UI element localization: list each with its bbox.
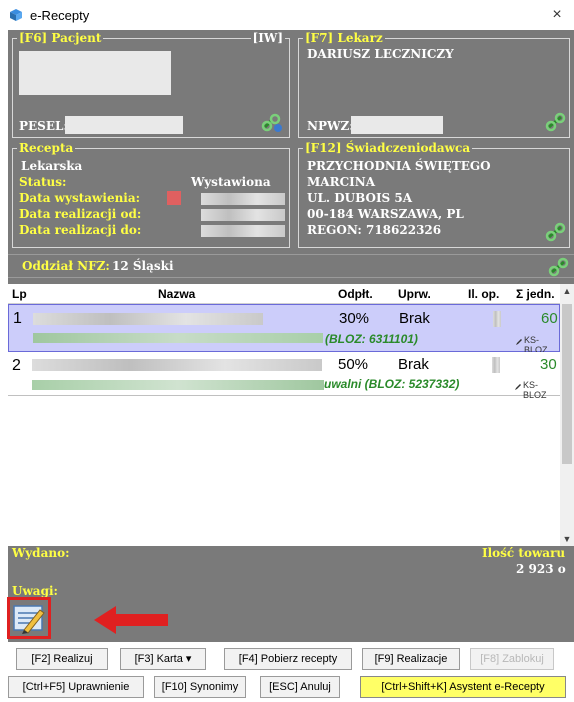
col-units[interactable]: Σ jedn. xyxy=(516,287,555,301)
drug-name-redacted xyxy=(32,359,322,371)
row-entitlement: Brak xyxy=(398,356,429,373)
link-chain-icon[interactable] xyxy=(548,256,570,278)
quantity-label: Ilość towaru xyxy=(482,546,566,560)
app-icon xyxy=(10,9,22,21)
row-lp: 1 xyxy=(13,310,22,327)
drugs-table[interactable]: Lp Nazwa Odpłt. Uprw. Il. op. Σ jedn. 1 … xyxy=(8,284,574,546)
issue-date-redacted xyxy=(201,193,285,205)
row-lp: 2 xyxy=(12,357,21,374)
scroll-up-icon[interactable]: ▲ xyxy=(560,284,574,298)
prescription-type: Lekarska xyxy=(21,159,83,173)
patient-legend: [F6] Pacjent xyxy=(17,31,104,45)
row-units: 30 xyxy=(540,356,557,373)
realization-to-redacted xyxy=(201,225,285,237)
col-payment[interactable]: Odpłt. xyxy=(338,287,373,301)
synonyms-button[interactable]: [F10] Synonimy xyxy=(154,676,246,698)
scroll-thumb[interactable] xyxy=(562,304,572,464)
quantity-value: 2 923 o xyxy=(516,562,566,576)
row-units: 60 xyxy=(541,310,558,327)
row-ks: KS-BLOZ xyxy=(523,380,547,400)
realization-from-redacted xyxy=(201,209,285,221)
link-chain-icon[interactable] xyxy=(545,111,567,133)
realization-from-label: Data realizacji od: xyxy=(19,207,142,221)
window-title: e-Recepty xyxy=(30,8,90,23)
close-button[interactable]: × xyxy=(546,4,568,26)
patient-panel[interactable]: [F6] Pacjent [IW] PESEL: xyxy=(12,31,290,138)
pencil-icon xyxy=(515,335,523,349)
col-entitlement[interactable]: Uprw. xyxy=(398,287,431,301)
provider-legend: [F12] Świadczeniodawca xyxy=(303,141,473,155)
realize-button[interactable]: [F2] Realizuj xyxy=(16,648,108,670)
status-label: Status: xyxy=(19,175,67,189)
warning-mark xyxy=(167,191,181,205)
realizations-button[interactable]: [F9] Realizacje xyxy=(362,648,460,670)
card-dropdown-button[interactable]: [F3] Karta ▾ xyxy=(120,648,206,670)
row-entitlement: Brak xyxy=(399,310,430,327)
nfz-strip: Oddział NFZ: 12 Śląski xyxy=(8,254,574,278)
red-arrow xyxy=(94,606,168,634)
notes-edit-icon[interactable] xyxy=(10,600,48,636)
notes-label: Uwagi: xyxy=(12,584,58,598)
table-scrollbar[interactable]: ▲ ▼ xyxy=(560,284,574,546)
provider-line-5: REGON: 718622326 xyxy=(307,223,442,237)
provider-panel[interactable]: [F12] Świadczeniodawca PRZYCHODNIA ŚWIĘT… xyxy=(298,141,570,248)
doctor-panel[interactable]: [F7] Lekarz DARIUSZ LECZNICZY NPWZ: xyxy=(298,31,570,138)
nfz-label: Oddział NFZ: xyxy=(22,259,110,273)
col-lp[interactable]: Lp xyxy=(12,287,27,301)
pesel-label: PESEL: xyxy=(19,119,68,133)
scroll-down-icon[interactable]: ▼ xyxy=(560,532,574,546)
link-chain-icon[interactable] xyxy=(545,221,567,243)
issue-date-label: Data wystawienia: xyxy=(19,191,141,205)
button-row-1: [F2] Realizuj [F3] Karta ▾ [F4] Pobierz … xyxy=(8,648,574,674)
notes-highlight-box xyxy=(7,597,51,639)
provider-line-3: UL. DUBOIS 5A xyxy=(307,191,413,205)
button-row-2: [Ctrl+F5] Uprawnienie [F10] Synonimy [ES… xyxy=(8,676,574,702)
doctor-legend: [F7] Lekarz xyxy=(303,31,385,45)
drug-detail-redacted xyxy=(33,333,323,343)
row-packages-redacted xyxy=(492,357,500,373)
title-bar: e-Recepty × xyxy=(0,0,574,30)
patient-iw-tag: [IW] xyxy=(250,31,285,45)
issued-label: Wydano: xyxy=(12,546,70,560)
prescription-panel: Recepta Lekarska Status: Wystawiona Data… xyxy=(12,141,290,248)
provider-line-2: MARCINA xyxy=(307,175,376,189)
entitlement-button[interactable]: [Ctrl+F5] Uprawnienie xyxy=(8,676,144,698)
row-bloz: uwalni (BLOZ: 5237332) xyxy=(324,377,460,391)
table-row[interactable]: 1 30% Brak 60 (BLOZ: 6311101) KS-BLOZ xyxy=(8,304,560,355)
prescription-legend: Recepta xyxy=(17,141,76,155)
nfz-value: 12 Śląski xyxy=(112,259,174,273)
row-packages-redacted xyxy=(493,311,501,327)
table-row[interactable]: 2 50% Brak 30 uwalni (BLOZ: 5237332) KS-… xyxy=(8,352,560,400)
row-payment: 50% xyxy=(338,356,369,373)
row-bloz: (BLOZ: 6311101) xyxy=(325,332,418,346)
doctor-name: DARIUSZ LECZNICZY xyxy=(307,47,454,61)
drug-name-redacted xyxy=(33,313,263,325)
provider-line-4: 00-184 WARSZAWA, PL xyxy=(307,207,464,221)
npwz-label: NPWZ: xyxy=(307,119,354,133)
block-button[interactable]: [F8] Zablokuj xyxy=(470,648,554,670)
pesel-redacted xyxy=(65,116,183,134)
status-value: Wystawiona xyxy=(191,175,271,189)
npwz-redacted xyxy=(351,116,443,134)
pencil-icon xyxy=(514,380,522,394)
col-name[interactable]: Nazwa xyxy=(158,287,195,301)
e-prescription-assistant-button[interactable]: [Ctrl+Shift+K] Asystent e-Recepty xyxy=(360,676,566,698)
link-chain-icon[interactable] xyxy=(261,111,283,133)
realization-to-label: Data realizacji do: xyxy=(19,223,142,237)
drug-detail-redacted xyxy=(32,380,324,390)
provider-line-1: PRZYCHODNIA ŚWIĘTEGO xyxy=(307,159,491,173)
table-header: Lp Nazwa Odpłt. Uprw. Il. op. Σ jedn. xyxy=(8,284,560,304)
col-packages[interactable]: Il. op. xyxy=(468,287,499,301)
fetch-prescriptions-button[interactable]: [F4] Pobierz recepty xyxy=(224,648,352,670)
row-payment: 30% xyxy=(339,310,370,327)
main-frame: [F6] Pacjent [IW] PESEL: [F7] Lekarz DAR… xyxy=(8,30,574,642)
patient-name-redacted xyxy=(19,51,171,95)
cancel-button[interactable]: [ESC] Anuluj xyxy=(260,676,340,698)
